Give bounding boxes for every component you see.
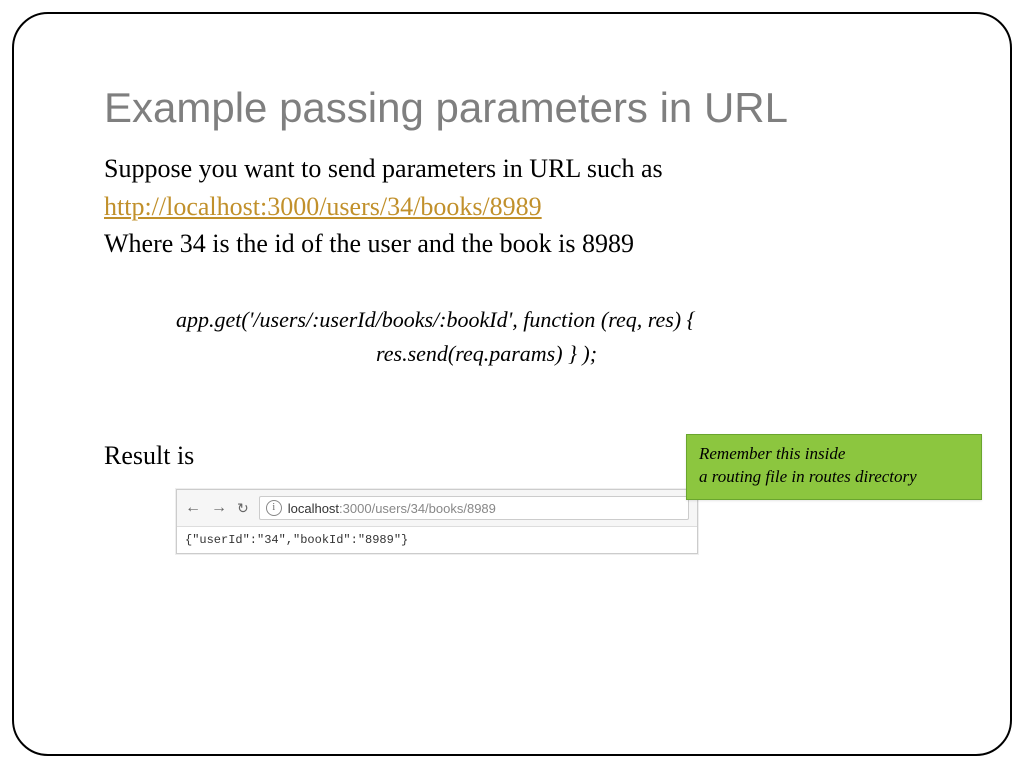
back-icon[interactable]: ← [185,500,201,516]
callout-line-2: a routing file in routes directory [699,466,969,489]
intro-line: Suppose you want to send parameters in U… [104,150,940,188]
address-path: :3000/users/34/books/8989 [339,501,496,516]
code-line-1: app.get('/users/:userId/books/:bookId', … [176,303,940,337]
code-line-2: res.send(req.params) } ); [176,337,940,371]
slide-title: Example passing parameters in URL [104,84,940,132]
browser-mock: ← → ↻ i localhost:3000/users/34/books/89… [176,489,698,554]
address-bar[interactable]: i localhost:3000/users/34/books/8989 [259,496,689,520]
callout-note: Remember this inside a routing file in r… [686,434,982,500]
explain-line: Where 34 is the id of the user and the b… [104,225,940,263]
callout-line-1: Remember this inside [699,443,969,466]
intro-paragraph: Suppose you want to send parameters in U… [104,150,940,263]
reload-icon[interactable]: ↻ [237,501,249,515]
address-host: localhost [288,501,339,516]
forward-icon[interactable]: → [211,500,227,516]
browser-toolbar: ← → ↻ i localhost:3000/users/34/books/89… [177,490,697,527]
browser-page-body: {"userId":"34","bookId":"8989"} [177,527,697,553]
code-snippet: app.get('/users/:userId/books/:bookId', … [176,303,940,371]
example-url-link[interactable]: http://localhost:3000/users/34/books/898… [104,192,542,221]
slide-frame: Example passing parameters in URL Suppos… [12,12,1012,756]
info-icon: i [266,500,282,516]
